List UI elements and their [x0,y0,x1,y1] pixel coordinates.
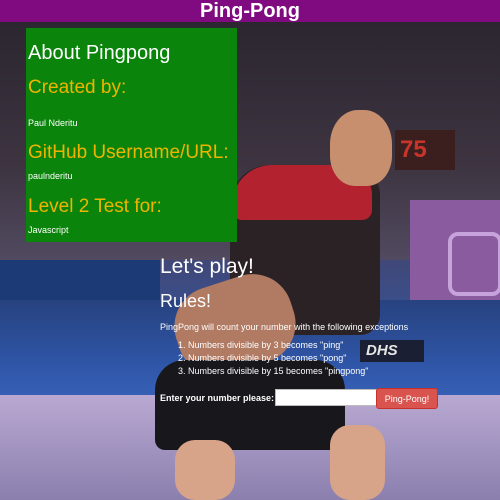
page-title: Ping-Pong [200,0,300,22]
player-left-leg [175,440,235,500]
about-title: About Pingpong [28,42,171,64]
rules-intro: PingPong will count your number with the… [160,322,409,332]
test-language: Javascript [28,225,69,235]
number-input[interactable] [275,389,377,406]
github-username: paulnderitu [28,171,73,181]
ping-pong-button[interactable]: Ping-Pong! [376,388,438,409]
rule-item: Numbers divisible by 15 becomes "pingpon… [188,365,369,378]
level-heading: Level 2 Test for: [28,196,162,217]
player-head [330,110,392,186]
sponsor-logo-text: DHS [366,342,398,359]
rules-heading: Rules! [160,291,212,311]
about-panel: About Pingpong Created by: Paul Nderitu … [26,28,237,242]
rule-item: Numbers divisible by 5 becomes "pong" [188,352,369,365]
player-right-leg [330,425,385,500]
rules-list: Numbers divisible by 3 becomes "ping" Nu… [160,339,369,378]
knot-logo [448,232,500,296]
number-input-label: Enter your number please: [160,393,275,403]
number-form: Enter your number please: Ping-Pong! [160,388,480,409]
author-name: Paul Nderitu [28,118,78,128]
page-header: Ping-Pong [0,0,500,22]
scoreboard-text: 75 [400,136,427,163]
created-by-heading: Created by: [28,77,127,98]
github-heading: GitHub Username/URL: [28,142,229,163]
lets-play-heading: Let's play! [160,255,254,278]
rule-item: Numbers divisible by 3 becomes "ping" [188,339,369,352]
